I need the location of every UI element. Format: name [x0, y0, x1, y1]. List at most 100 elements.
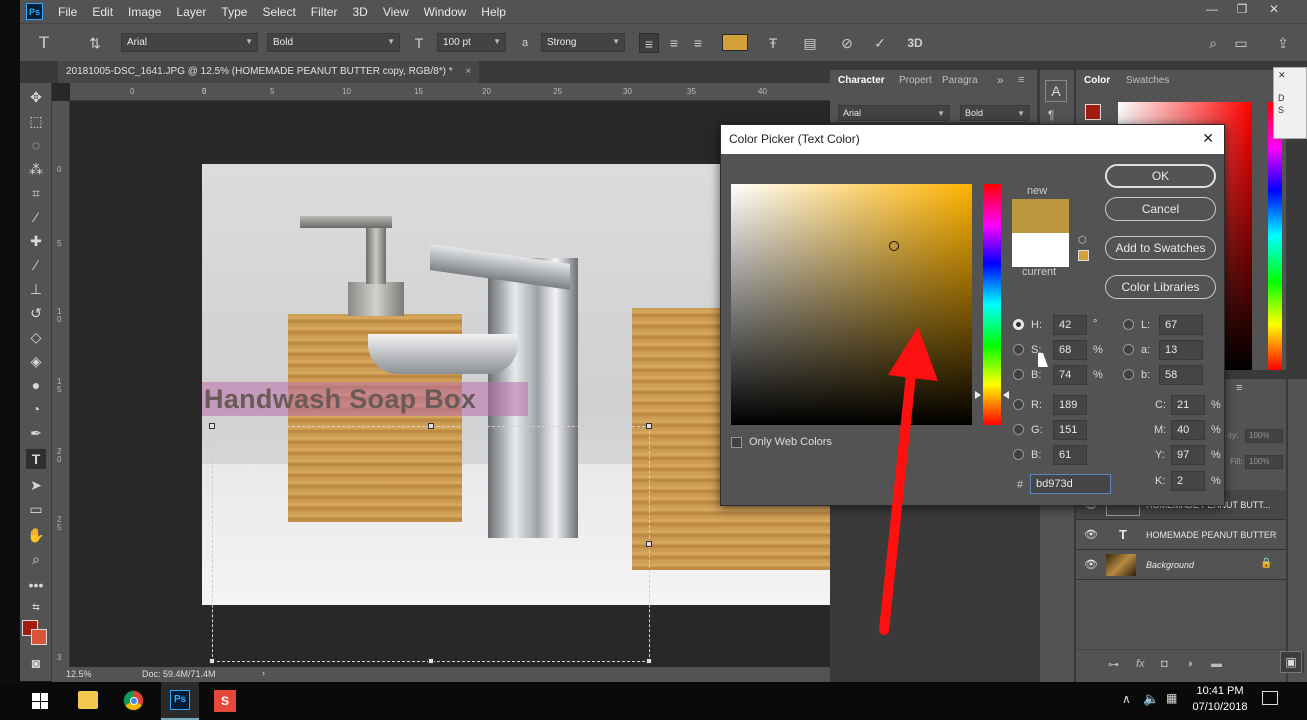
quick-select-tool-icon[interactable]: ⁂ — [26, 159, 46, 179]
clock-date[interactable]: 07/10/2018 — [1190, 701, 1250, 713]
canvas-text-layer[interactable]: Handwash Soap Box — [202, 382, 528, 416]
hue-field[interactable]: 42 — [1053, 315, 1087, 335]
dialog-close-icon[interactable]: ✕ — [1202, 130, 1214, 147]
brightness-radio[interactable] — [1013, 369, 1024, 380]
close-tab-icon[interactable]: × — [465, 66, 471, 77]
bbox-handle[interactable] — [646, 423, 652, 429]
menu-view[interactable]: View — [383, 5, 409, 19]
antialias-select[interactable]: Strong ▼ — [541, 33, 625, 52]
cyan-field[interactable]: 21 — [1171, 395, 1205, 415]
lasso-tool-icon[interactable]: ◌ — [26, 135, 46, 155]
tray-chevron-icon[interactable]: ∧ — [1122, 692, 1131, 706]
gamut-swatch[interactable] — [1078, 250, 1089, 261]
dodge-tool-icon[interactable]: ◔ — [26, 399, 46, 419]
lab-b-field[interactable]: 58 — [1159, 365, 1203, 385]
yellow-field[interactable]: 97 — [1171, 445, 1205, 465]
hue-radio[interactable] — [1013, 319, 1024, 330]
hue-slider[interactable] — [983, 184, 1001, 425]
notifications-icon[interactable] — [1262, 691, 1278, 705]
menu-3d[interactable]: 3D — [352, 5, 367, 19]
warp-text-icon[interactable]: Ŧ — [763, 33, 783, 53]
font-family-select[interactable]: Arial ▼ — [121, 33, 258, 52]
layer-row[interactable]: 👁 Background 🔒 — [1076, 550, 1286, 580]
green-radio[interactable] — [1013, 424, 1024, 435]
close-window-icon[interactable]: ✕ — [1264, 2, 1284, 20]
blue-radio[interactable] — [1013, 449, 1024, 460]
only-web-colors-checkbox[interactable] — [731, 437, 742, 448]
hex-field[interactable]: bd973d — [1030, 474, 1111, 494]
type-tool-icon[interactable]: T — [26, 449, 46, 469]
link-layers-icon[interactable]: ⊶ — [1108, 658, 1119, 671]
fill-field[interactable]: 100% — [1245, 455, 1283, 469]
rectangle-tool-icon[interactable]: ▭ — [26, 499, 46, 519]
zoom-tool-icon[interactable]: ⌕ — [26, 549, 46, 569]
text-bounding-box[interactable] — [209, 423, 652, 664]
minimize-icon[interactable]: — — [1202, 2, 1222, 20]
red-field[interactable]: 189 — [1053, 395, 1087, 415]
saturation-field[interactable]: 68 — [1053, 340, 1087, 360]
lab-l-radio[interactable] — [1123, 319, 1134, 330]
green-field[interactable]: 151 — [1053, 420, 1087, 440]
align-left-icon[interactable]: ≡ — [639, 33, 659, 53]
color-field-cursor[interactable] — [889, 241, 899, 251]
workspace-icon[interactable]: ▭ — [1231, 33, 1251, 53]
3d-icon[interactable]: 3D — [905, 33, 925, 53]
tab-color[interactable]: Color — [1084, 75, 1110, 97]
menu-type[interactable]: Type — [221, 5, 247, 19]
bbox-handle[interactable] — [646, 541, 652, 547]
tab-paragraph[interactable]: Paragra — [942, 75, 978, 97]
lab-a-field[interactable]: 13 — [1159, 340, 1203, 360]
lab-l-field[interactable]: 67 — [1159, 315, 1203, 335]
eraser-tool-icon[interactable]: ◇ — [26, 327, 46, 347]
brush-tool-icon[interactable]: ∕ — [26, 255, 46, 275]
bbox-handle[interactable] — [209, 658, 215, 664]
menu-layer[interactable]: Layer — [176, 5, 206, 19]
panel-menu-icon[interactable]: ≡ — [1018, 74, 1024, 96]
align-right-icon[interactable]: ≡ — [688, 33, 708, 53]
menu-file[interactable]: File — [58, 5, 77, 19]
healing-tool-icon[interactable]: ✚ — [26, 231, 46, 251]
menu-edit[interactable]: Edit — [92, 5, 113, 19]
cancel-edit-icon[interactable]: ⊘ — [837, 33, 857, 53]
move-tool-icon[interactable]: ✥ — [26, 87, 46, 107]
font-style-select[interactable]: Bold ▼ — [267, 33, 400, 52]
font-size-select[interactable]: 100 pt ▼ — [437, 33, 506, 52]
layers-panel-menu-icon[interactable]: ≡ — [1236, 382, 1242, 394]
cancel-button[interactable]: Cancel — [1105, 197, 1216, 221]
visibility-eye-icon[interactable]: 👁 — [1084, 558, 1098, 571]
restore-icon[interactable]: ❐ — [1232, 2, 1252, 20]
menu-select[interactable]: Select — [262, 5, 295, 19]
popup-close-icon[interactable]: ✕ — [1274, 68, 1306, 83]
pen-tool-icon[interactable]: ✒ — [26, 423, 46, 443]
magenta-field[interactable]: 40 — [1171, 420, 1205, 440]
tab-swatches[interactable]: Swatches — [1126, 75, 1169, 97]
bbox-handle[interactable] — [428, 423, 434, 429]
text-color-swatch[interactable] — [722, 34, 748, 51]
tab-properties[interactable]: Propert — [899, 75, 932, 97]
search-icon[interactable]: ⌕ — [1203, 33, 1223, 53]
eyedropper-tool-icon[interactable]: ⁄ — [26, 207, 46, 227]
color-libraries-button[interactable]: Color Libraries — [1105, 275, 1216, 299]
character-dock-icon[interactable]: A — [1045, 80, 1067, 102]
tab-character[interactable]: Character — [838, 75, 885, 97]
hue-slider-right-arrow[interactable] — [1003, 391, 1009, 399]
recorder-app-icon[interactable]: S — [214, 690, 236, 712]
menu-image[interactable]: Image — [128, 5, 161, 19]
align-center-icon[interactable]: ≡ — [664, 33, 684, 53]
menu-help[interactable]: Help — [481, 5, 506, 19]
red-radio[interactable] — [1013, 399, 1024, 410]
background-color-swatch[interactable] — [31, 629, 47, 645]
toggle-orientation-icon[interactable]: ⇅ — [85, 33, 105, 53]
lab-b-radio[interactable] — [1123, 369, 1134, 380]
stamp-tool-icon[interactable]: ⊥ — [26, 279, 46, 299]
blur-tool-icon[interactable]: ● — [26, 375, 46, 395]
char-font-style-select[interactable]: Bold ▼ — [960, 105, 1030, 121]
file-explorer-icon[interactable] — [78, 691, 98, 709]
screen-mode-icon[interactable]: ▣ — [1280, 651, 1302, 673]
new-group-icon[interactable]: ▬ — [1211, 658, 1222, 670]
black-field[interactable]: 2 — [1171, 471, 1205, 491]
brightness-field[interactable]: 74 — [1053, 365, 1087, 385]
bucket-tool-icon[interactable]: ◈ — [26, 351, 46, 371]
opacity-field[interactable]: 100% — [1245, 429, 1283, 443]
quick-mask-icon[interactable]: ◙ — [26, 653, 46, 673]
